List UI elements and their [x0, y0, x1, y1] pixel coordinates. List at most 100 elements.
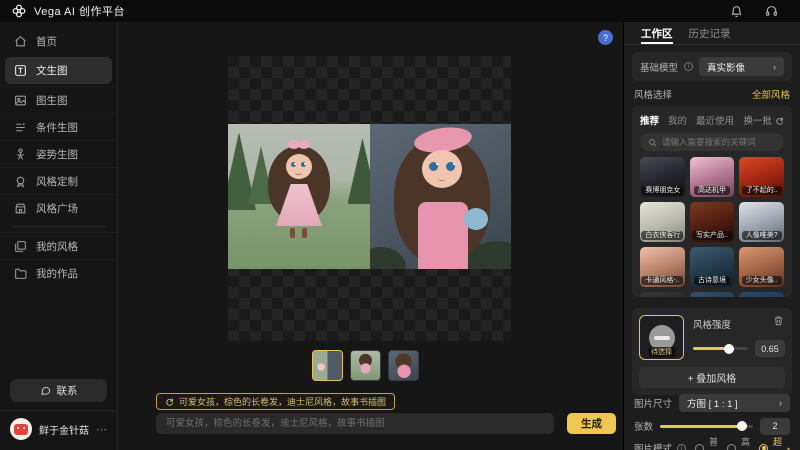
refresh-batch-button[interactable]: 换一批 — [743, 113, 784, 127]
sidebar-item-image-to-image[interactable]: 图生图 — [0, 86, 117, 113]
image-size-label: 图片尺寸 — [634, 396, 672, 410]
style-card-label: 卡通风格-.. — [641, 276, 683, 285]
style-card[interactable]: 了不起的.. — [739, 157, 784, 197]
style-select-label: 风格选择 — [634, 87, 672, 101]
bell-icon[interactable] — [730, 5, 743, 18]
sidebar-item-label: 条件生图 — [36, 120, 78, 135]
sidebar-item-my-styles[interactable]: 我的风格 — [0, 232, 117, 259]
thumbnail-pair[interactable] — [312, 350, 343, 381]
user-row[interactable]: 鲜于金针菇 ⋯ — [0, 418, 117, 444]
settings-panel: 工作区 历史记录 基础模型 i 真实影像 › 风格选择 全部风格 推荐 我的 最… — [623, 22, 800, 450]
trash-icon[interactable] — [773, 315, 784, 326]
generated-image-pair[interactable] — [228, 124, 511, 269]
sidebar-item-label: 我的风格 — [36, 239, 78, 254]
add-style-button[interactable]: + 叠加风格 — [639, 367, 785, 388]
app-title: Vega AI 创作平台 — [34, 3, 125, 19]
refresh-icon — [165, 397, 174, 406]
refresh-icon — [775, 116, 784, 125]
sidebar-divider — [12, 226, 105, 227]
contact-label: 联系 — [57, 383, 78, 398]
style-card[interactable]: 赛博朋克女 — [640, 157, 685, 197]
sidebar-item-label: 姿势生图 — [36, 147, 78, 162]
style-card[interactable]: 卡通风格-.. — [640, 247, 685, 287]
help-button[interactable]: ? — [598, 30, 613, 45]
strength-slider[interactable] — [693, 347, 748, 350]
pose-icon — [14, 148, 27, 161]
image-count-value[interactable]: 2 — [760, 418, 790, 435]
radio-mode-uhd-label[interactable]: 超清 — [773, 435, 782, 450]
style-search-input[interactable] — [662, 137, 776, 147]
thumbnail-left-image[interactable] — [350, 350, 381, 381]
style-card[interactable] — [739, 292, 784, 297]
tab-history[interactable]: 历史记录 — [689, 22, 731, 44]
search-icon — [648, 138, 657, 147]
style-tabs: 推荐 我的 最近使用 换一批 — [640, 112, 784, 128]
thumbnail-right-image[interactable] — [388, 350, 419, 381]
radio-mode-normal-label[interactable]: 普通 — [709, 435, 718, 450]
sidebar-item-label: 我的作品 — [36, 266, 78, 281]
main-canvas: ? — [119, 22, 622, 450]
panel-tabs: 工作区 历史记录 — [624, 22, 800, 45]
image-count-row: 张数 2 — [634, 418, 790, 434]
style-tab-recommend[interactable]: 推荐 — [640, 113, 659, 127]
sidebar-item-style-custom[interactable]: 风格定制 — [0, 167, 117, 194]
all-styles-link[interactable]: 全部风格 — [752, 87, 790, 101]
tab-workspace[interactable]: 工作区 — [641, 22, 673, 44]
my-styles-icon — [14, 240, 27, 253]
refresh-batch-label: 换一批 — [743, 113, 772, 127]
user-more-icon[interactable]: ⋯ — [96, 423, 108, 436]
base-model-select[interactable]: 真实影像 › — [699, 57, 784, 76]
style-select-row: 风格选择 全部风格 — [634, 87, 790, 101]
app-root: Vega AI 创作平台 首页 文生图 图生图 — [0, 0, 800, 450]
radio-mode-hd[interactable] — [727, 444, 736, 450]
crown-icon — [787, 444, 790, 450]
strength-slider-knob[interactable] — [724, 344, 734, 354]
sidebar-item-condition-gen[interactable]: 条件生图 — [0, 113, 117, 140]
info-icon[interactable]: i — [677, 444, 686, 450]
generate-button[interactable]: 生成 — [567, 413, 616, 434]
sidebar-item-label: 图生图 — [36, 93, 68, 108]
generated-image-right[interactable] — [370, 124, 512, 269]
style-plaza-icon — [14, 202, 27, 215]
generated-image-left[interactable] — [228, 124, 370, 269]
radio-mode-uhd[interactable] — [759, 444, 768, 450]
style-card[interactable] — [640, 292, 685, 297]
prompt-suggestion-chip[interactable]: 可爱女孩，棕色的长卷发，迪士尼风格，故事书插图 — [156, 393, 395, 410]
image-count-label: 张数 — [634, 419, 653, 433]
style-card[interactable]: 少女头像.. — [739, 247, 784, 287]
headset-icon[interactable] — [765, 5, 778, 18]
sidebar-item-home[interactable]: 首页 — [0, 28, 117, 55]
sidebar-item-style-plaza[interactable]: 风格广场 — [0, 194, 117, 221]
condition-icon — [14, 121, 27, 134]
sidebar-item-label: 文生图 — [36, 63, 68, 78]
style-tab-mine[interactable]: 我的 — [668, 113, 687, 127]
style-card[interactable]: 古诗意境 — [690, 247, 735, 287]
sidebar-item-pose-gen[interactable]: 姿势生图 — [0, 140, 117, 167]
style-card[interactable]: 白衣侠客行 — [640, 202, 685, 242]
style-card-label: 少女头像.. — [742, 276, 782, 285]
base-model-label: 基础模型 — [640, 60, 678, 74]
image-size-select[interactable]: 方图 [ 1 : 1 ] › — [679, 394, 790, 412]
image-count-slider-knob[interactable] — [737, 421, 747, 431]
radio-mode-normal[interactable] — [695, 444, 704, 450]
prompt-input[interactable] — [156, 413, 554, 434]
vega-logo-icon — [12, 4, 26, 18]
sidebar-item-text-to-image[interactable]: 文生图 — [5, 57, 112, 84]
selected-style-slot[interactable]: 待选择 — [639, 315, 684, 360]
strength-value[interactable]: 0.65 — [755, 340, 785, 357]
style-card[interactable] — [690, 292, 735, 297]
image-count-slider[interactable] — [660, 425, 753, 428]
panel-bottom-settings: 图片尺寸 方图 [ 1 : 1 ] › 张数 2 图片模式 i 普通 — [624, 394, 800, 450]
style-card[interactable]: 写实产品.. — [690, 202, 735, 242]
sidebar-item-label: 首页 — [36, 34, 57, 49]
sidebar-item-my-works[interactable]: 我的作品 — [0, 259, 117, 286]
result-thumbnails — [312, 350, 419, 381]
style-card[interactable]: 人像唯美? — [739, 202, 784, 242]
style-card-label: 白衣侠客行 — [641, 231, 683, 240]
radio-mode-hd-label[interactable]: 高清 — [741, 435, 750, 450]
preview-transparency-area — [228, 56, 511, 341]
style-tab-recent[interactable]: 最近使用 — [696, 113, 734, 127]
style-card[interactable]: 高达机甲 — [690, 157, 735, 197]
contact-button[interactable]: 联系 — [10, 379, 107, 402]
info-icon[interactable]: i — [684, 62, 693, 71]
